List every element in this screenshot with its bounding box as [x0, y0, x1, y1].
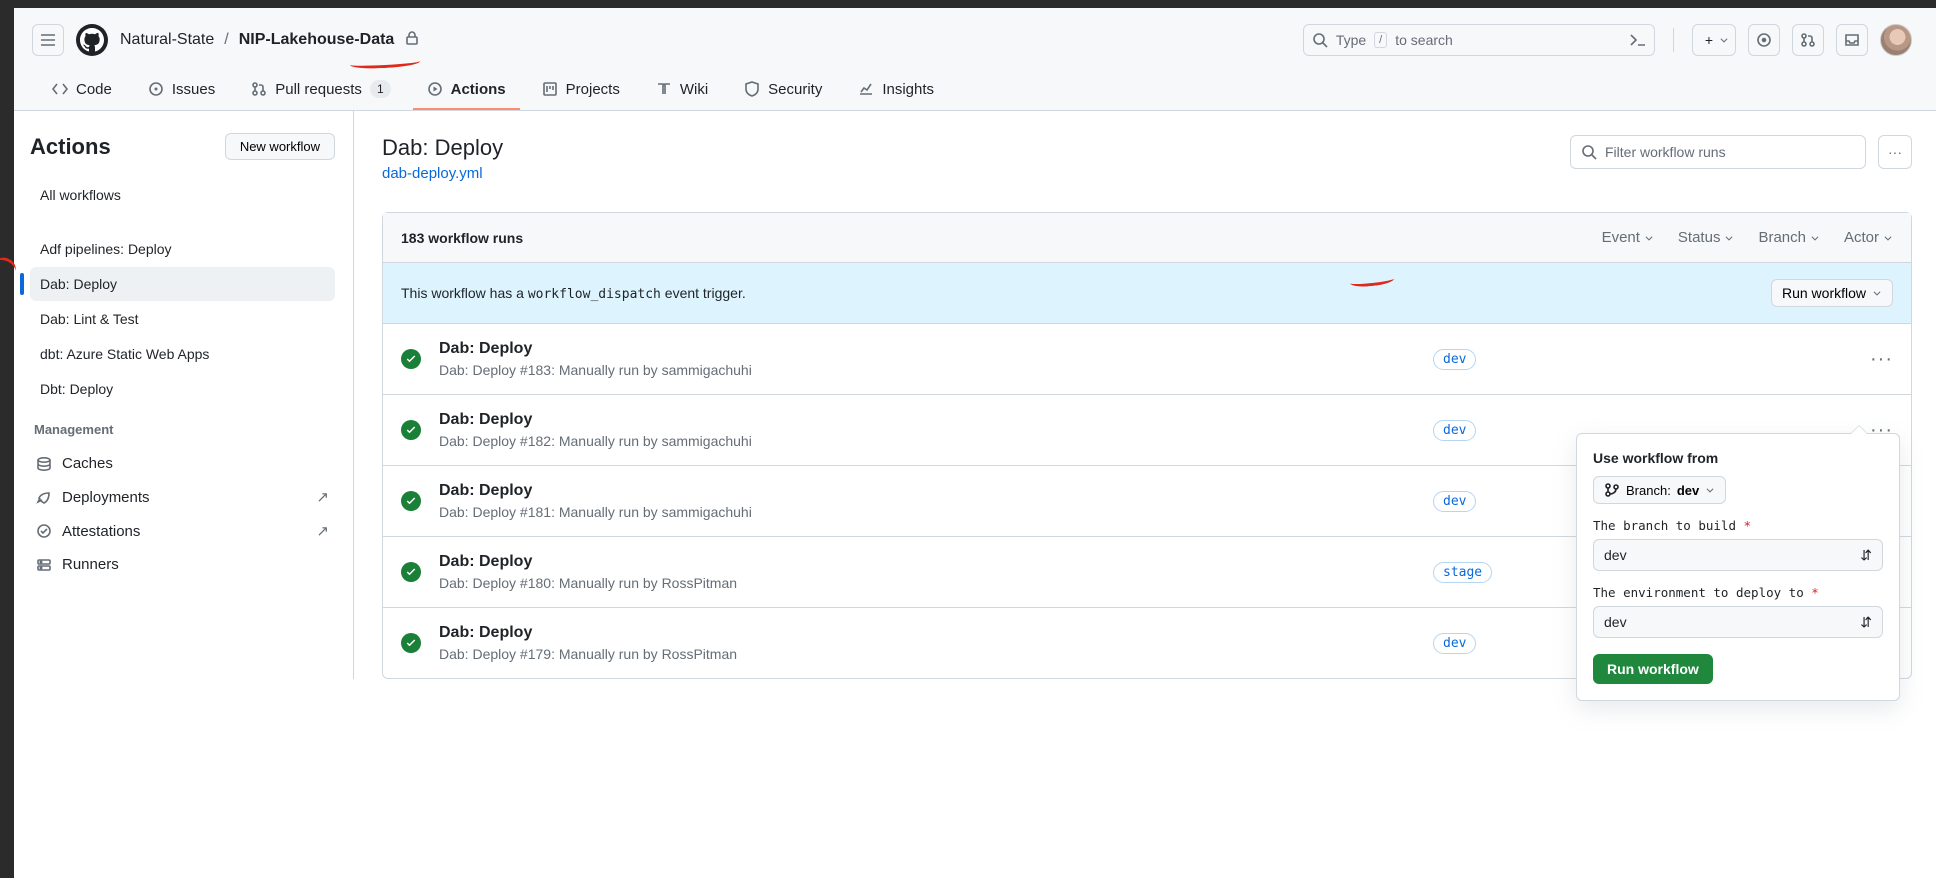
popover-header: Use workflow from — [1593, 450, 1883, 466]
all-workflows-link[interactable]: All workflows — [30, 178, 335, 212]
run-subtitle: Dab: Deploy #183: Manually run by sammig… — [439, 362, 1423, 378]
run-subtitle: Dab: Deploy #180: Manually run by RossPi… — [439, 575, 1423, 591]
success-icon — [401, 420, 421, 440]
dispatch-text: This workflow has a workflow_dispatch ev… — [401, 285, 746, 302]
inbox-button[interactable] — [1836, 24, 1868, 56]
workflow-item[interactable]: dbt: Azure Static Web Apps — [30, 337, 335, 371]
chevron-down-icon — [1705, 482, 1715, 498]
tab-projects[interactable]: Projects — [528, 70, 634, 110]
repo-link[interactable]: NIP-Lakehouse-Data — [239, 31, 395, 49]
search-input[interactable]: Type / to search — [1303, 24, 1655, 56]
command-palette-icon — [1630, 32, 1646, 48]
branch-pill[interactable]: dev — [1433, 349, 1476, 370]
filter-branch[interactable]: Branch — [1758, 229, 1820, 246]
search-icon — [1312, 32, 1328, 48]
run-title: Dab: Deploy — [439, 411, 1423, 429]
run-workflow-submit[interactable]: Run workflow — [1593, 654, 1713, 684]
owner-link[interactable]: Natural-State — [120, 31, 214, 49]
hamburger-menu[interactable] — [32, 24, 64, 56]
run-title: Dab: Deploy — [439, 482, 1423, 500]
filter-status[interactable]: Status — [1678, 229, 1735, 246]
branch-to-build-select[interactable]: dev⇵ — [1593, 539, 1883, 571]
input-label-branch: The branch to build * — [1593, 518, 1883, 533]
external-icon: ↗ — [316, 488, 329, 506]
input-label-env: The environment to deploy to * — [1593, 585, 1883, 600]
run-subtitle: Dab: Deploy #182: Manually run by sammig… — [439, 433, 1423, 449]
success-icon — [401, 633, 421, 653]
workflow-file-link[interactable]: dab-deploy.yml — [382, 165, 483, 182]
tab-insights[interactable]: Insights — [844, 70, 948, 110]
workflow-menu-button[interactable]: ··· — [1878, 135, 1912, 169]
run-subtitle: Dab: Deploy #179: Manually run by RossPi… — [439, 646, 1423, 662]
run-count: 183 workflow runs — [401, 230, 523, 246]
create-new-button[interactable]: + — [1692, 24, 1736, 56]
branch-pill[interactable]: dev — [1433, 491, 1476, 512]
run-subtitle: Dab: Deploy #181: Manually run by sammig… — [439, 504, 1423, 520]
success-icon — [401, 491, 421, 511]
management-heading: Management — [34, 422, 335, 437]
run-title: Dab: Deploy — [439, 340, 1423, 358]
github-logo[interactable] — [76, 24, 108, 56]
mgmt-caches[interactable]: Caches — [30, 447, 335, 480]
table-row[interactable]: Dab: Deploy Dab: Deploy #183: Manually r… — [383, 324, 1911, 395]
branch-pill[interactable]: stage — [1433, 562, 1492, 583]
pull-requests-button[interactable] — [1792, 24, 1824, 56]
mgmt-runners[interactable]: Runners — [30, 548, 335, 581]
mgmt-attestations[interactable]: Attestations↗ — [30, 514, 335, 548]
issues-button[interactable] — [1748, 24, 1780, 56]
branch-select-button[interactable]: Branch: dev — [1593, 476, 1726, 504]
breadcrumb: Natural-State / NIP-Lakehouse-Data — [120, 30, 420, 51]
tab-security[interactable]: Security — [730, 70, 836, 110]
success-icon — [401, 562, 421, 582]
branch-pill[interactable]: dev — [1433, 633, 1476, 654]
search-icon — [1581, 144, 1597, 160]
new-workflow-button[interactable]: New workflow — [225, 133, 335, 160]
tab-code[interactable]: Code — [38, 70, 126, 110]
avatar[interactable] — [1880, 24, 1912, 56]
filter-input[interactable]: Filter workflow runs — [1570, 135, 1866, 169]
filter-event[interactable]: Event — [1602, 229, 1654, 246]
env-select[interactable]: dev⇵ — [1593, 606, 1883, 638]
workflow-item[interactable]: Dab: Lint & Test — [30, 302, 335, 336]
tab-actions[interactable]: Actions — [413, 70, 520, 110]
workflow-item-selected[interactable]: Dab: Deploy — [30, 267, 335, 301]
branch-pill[interactable]: dev — [1433, 420, 1476, 441]
lock-icon — [404, 30, 420, 51]
chevron-down-icon — [1872, 285, 1882, 301]
tab-issues[interactable]: Issues — [134, 70, 229, 110]
success-icon — [401, 349, 421, 369]
run-title: Dab: Deploy — [439, 553, 1423, 571]
run-menu-button[interactable]: ··· — [1853, 348, 1893, 371]
external-icon: ↗ — [316, 522, 329, 540]
chevron-down-icon — [1719, 32, 1729, 48]
workflow-item[interactable]: Dbt: Deploy — [30, 372, 335, 406]
tab-pulls[interactable]: Pull requests1 — [237, 70, 404, 110]
mgmt-deployments[interactable]: Deployments↗ — [30, 480, 335, 514]
run-workflow-button[interactable]: Run workflow — [1771, 279, 1893, 307]
page-title: Dab: Deploy — [382, 135, 503, 161]
branch-icon — [1604, 482, 1620, 498]
tab-wiki[interactable]: Wiki — [642, 70, 722, 110]
workflow-item[interactable]: Adf pipelines: Deploy — [30, 232, 335, 266]
filter-actor[interactable]: Actor — [1844, 229, 1893, 246]
run-title: Dab: Deploy — [439, 624, 1423, 642]
run-workflow-popover: Use workflow from Branch: dev The branch… — [1576, 433, 1900, 701]
sidebar-heading: Actions — [30, 134, 111, 160]
